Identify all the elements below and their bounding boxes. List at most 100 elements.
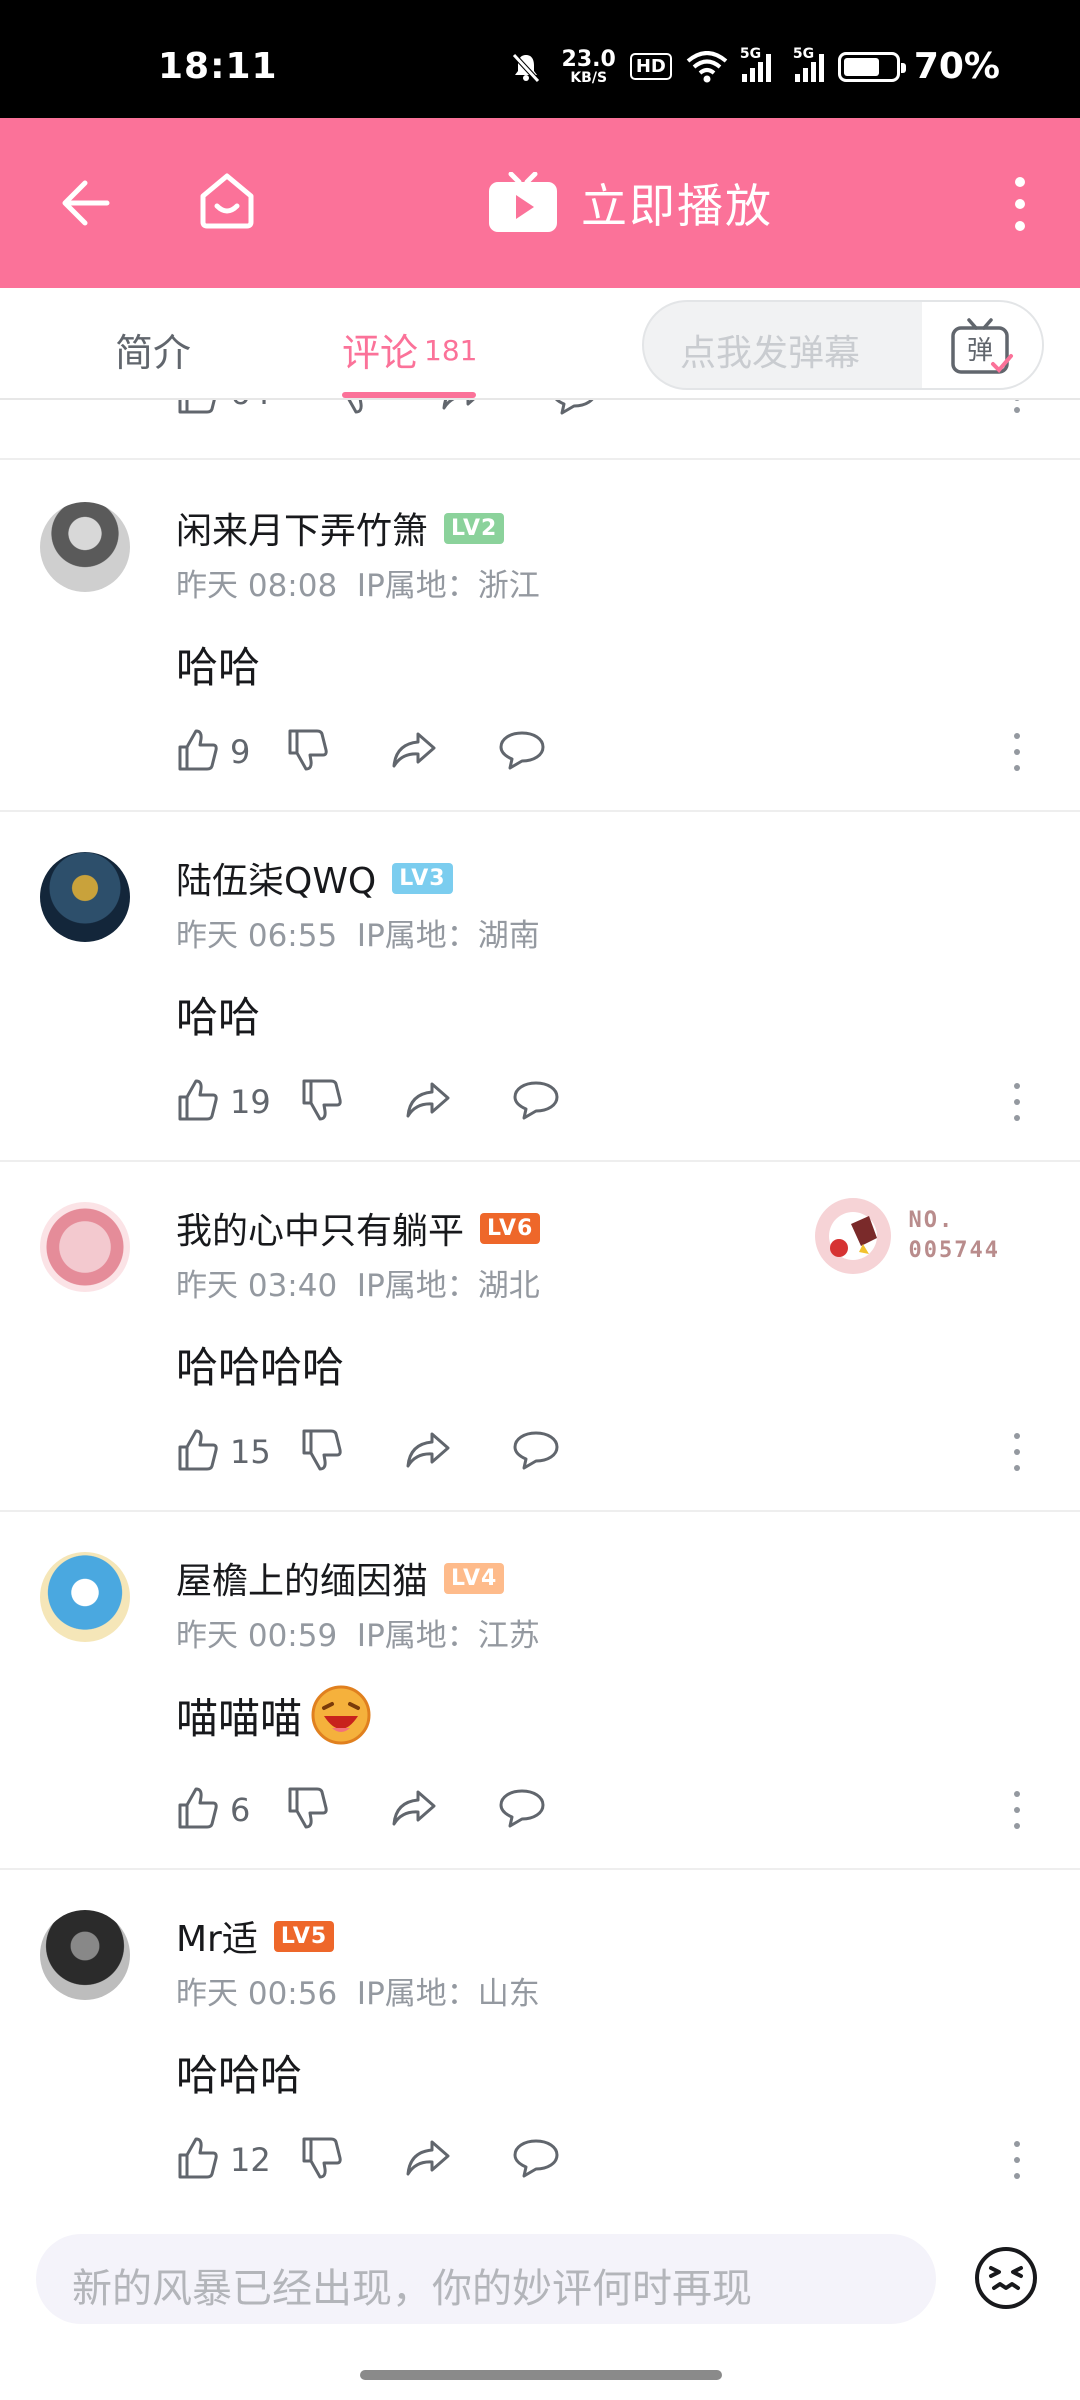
- comment-more-icon[interactable]: [1010, 2138, 1024, 2182]
- comment-more-icon[interactable]: [1010, 1788, 1024, 1832]
- like-icon[interactable]: [174, 400, 220, 416]
- like-count: 9: [230, 733, 251, 771]
- hd-voice-icon: HD: [629, 53, 672, 80]
- share-icon: [404, 1080, 452, 1124]
- level-badge: LV6: [480, 1212, 541, 1244]
- share-button[interactable]: [390, 1788, 438, 1832]
- battery-icon: [837, 51, 906, 82]
- reply-bubble-icon: [512, 2137, 560, 2183]
- share-button[interactable]: [404, 1080, 452, 1124]
- dislike-button[interactable]: [298, 2135, 344, 2185]
- fan-badge[interactable]: NO. 005744: [811, 1194, 1000, 1278]
- share-button[interactable]: [404, 2138, 452, 2182]
- comment-time: 昨天 03:40: [176, 1268, 338, 1304]
- comment-more-icon[interactable]: [1010, 1080, 1024, 1124]
- comment-actions: 15: [174, 1422, 560, 1482]
- comment-meta: 昨天 06:55 IP属地：湖南: [176, 910, 540, 955]
- avatar[interactable]: [40, 1202, 130, 1292]
- comment-time: 昨天 06:55: [176, 918, 338, 954]
- comment-content[interactable]: 哈哈: [176, 634, 260, 695]
- danmaku-tv-icon: 弹: [951, 318, 1013, 374]
- comment-content[interactable]: 喵喵喵: [176, 1684, 372, 1746]
- reply-placeholder: 新的风暴已经出现，你的妙评何时再现: [72, 2266, 752, 2312]
- comment-item[interactable]: Mr适 LV5 昨天 00:56 IP属地：山东 哈哈哈 12: [0, 1870, 1080, 2204]
- back-arrow-icon[interactable]: [55, 173, 115, 233]
- comment-actions: 6: [174, 1780, 546, 1840]
- reply-button[interactable]: [498, 1787, 546, 1833]
- username[interactable]: 陆伍柒QWQ: [176, 852, 376, 904]
- like-button[interactable]: 6: [174, 1785, 278, 1835]
- tab-comments-count: 181: [424, 334, 478, 367]
- avatar[interactable]: [40, 1910, 130, 2000]
- status-time: 18:11: [158, 46, 278, 87]
- username[interactable]: Mr适: [176, 1910, 258, 1962]
- reply-bubble-icon: [512, 1429, 560, 1475]
- comment-content[interactable]: 哈哈哈哈: [176, 1334, 344, 1395]
- reply-button[interactable]: [512, 1429, 560, 1475]
- signal-1-icon: 5G: [740, 46, 771, 82]
- dislike-button[interactable]: [284, 727, 330, 777]
- reply-bubble-icon: [512, 1079, 560, 1125]
- share-button[interactable]: [404, 1430, 452, 1474]
- fan-badge-no-value: 005744: [908, 1238, 1000, 1263]
- tab-active-indicator: [342, 392, 476, 398]
- comment-content[interactable]: 哈哈: [176, 984, 260, 1045]
- avatar[interactable]: [40, 1552, 130, 1642]
- home-icon[interactable]: [195, 168, 259, 232]
- comment-more-icon[interactable]: [1010, 1430, 1024, 1474]
- comment-time: 昨天 00:56: [176, 1976, 338, 2012]
- comment-meta: 昨天 00:59 IP属地：江苏: [176, 1610, 540, 1655]
- avatar[interactable]: [40, 852, 130, 942]
- username-row: Mr适 LV5: [176, 1910, 335, 1962]
- comment-more-icon[interactable]: [1010, 730, 1024, 774]
- signal-2-label: 5G: [792, 45, 815, 62]
- home-indicator[interactable]: [360, 2370, 722, 2380]
- more-vertical-icon[interactable]: [1010, 176, 1030, 232]
- dislike-icon: [284, 727, 330, 777]
- reply-button[interactable]: [512, 2137, 560, 2183]
- like-count: 64: [230, 400, 278, 412]
- comment-item[interactable]: 陆伍柒QWQ LV3 昨天 06:55 IP属地：湖南 哈哈 19: [0, 812, 1080, 1162]
- play-now-label: 立即播放: [581, 179, 773, 233]
- tab-intro[interactable]: 简介: [115, 322, 191, 377]
- like-icon: [174, 2135, 220, 2185]
- username[interactable]: 我的心中只有躺平: [176, 1202, 464, 1254]
- comment-meta: 昨天 03:40 IP属地：湖北: [176, 1260, 540, 1305]
- level-badge: LV4: [444, 1562, 505, 1594]
- reply-bubble-icon[interactable]: [550, 400, 598, 416]
- dislike-button[interactable]: [284, 1785, 330, 1835]
- dislike-button[interactable]: [298, 1427, 344, 1477]
- comment-item[interactable]: 我的心中只有躺平 LV6 昨天 03:40 IP属地：湖北 哈哈哈哈 15 NO…: [0, 1162, 1080, 1512]
- dislike-icon: [298, 1077, 344, 1127]
- play-now-button[interactable]: 立即播放: [487, 170, 773, 236]
- username[interactable]: 屋檐上的缅因猫: [176, 1552, 428, 1604]
- share-icon: [390, 730, 438, 774]
- reply-input[interactable]: 新的风暴已经出现，你的妙评何时再现: [36, 2234, 936, 2324]
- danmaku-input[interactable]: 点我发弹幕 弹: [642, 300, 1044, 390]
- comment-more-icon[interactable]: [1010, 400, 1024, 420]
- emoji-icon[interactable]: [972, 2244, 1040, 2312]
- comment-item[interactable]: 闲来月下弄竹箫 LV2 昨天 08:08 IP属地：浙江 哈哈 9: [0, 462, 1080, 812]
- comment-ip: IP属地：湖北: [356, 1268, 540, 1304]
- like-button[interactable]: 15: [174, 1427, 278, 1477]
- reply-button[interactable]: [512, 1079, 560, 1125]
- avatar[interactable]: [40, 502, 130, 592]
- username[interactable]: 闲来月下弄竹箫: [176, 502, 428, 554]
- share-icon[interactable]: [440, 400, 488, 412]
- previous-comment-actions: 64: [0, 400, 1080, 460]
- reply-button[interactable]: [498, 729, 546, 775]
- comment-content[interactable]: 哈哈哈: [176, 2042, 302, 2103]
- like-button[interactable]: 12: [174, 2135, 278, 2185]
- dislike-button[interactable]: [298, 1077, 344, 1127]
- tab-comments[interactable]: 评论 181: [342, 322, 477, 377]
- dislike-icon[interactable]: [334, 400, 380, 416]
- like-button[interactable]: 19: [174, 1077, 278, 1127]
- comment-time: 昨天 00:59: [176, 1618, 338, 1654]
- level-badge: LV2: [444, 512, 505, 544]
- level-badge: LV3: [392, 862, 453, 894]
- like-button[interactable]: 9: [174, 727, 278, 777]
- danmaku-button[interactable]: 弹: [922, 302, 1042, 388]
- share-button[interactable]: [390, 730, 438, 774]
- comment-item[interactable]: 屋檐上的缅因猫 LV4 昨天 00:59 IP属地：江苏 喵喵喵 6: [0, 1512, 1080, 1870]
- comment-text: 喵喵喵: [176, 1693, 303, 1743]
